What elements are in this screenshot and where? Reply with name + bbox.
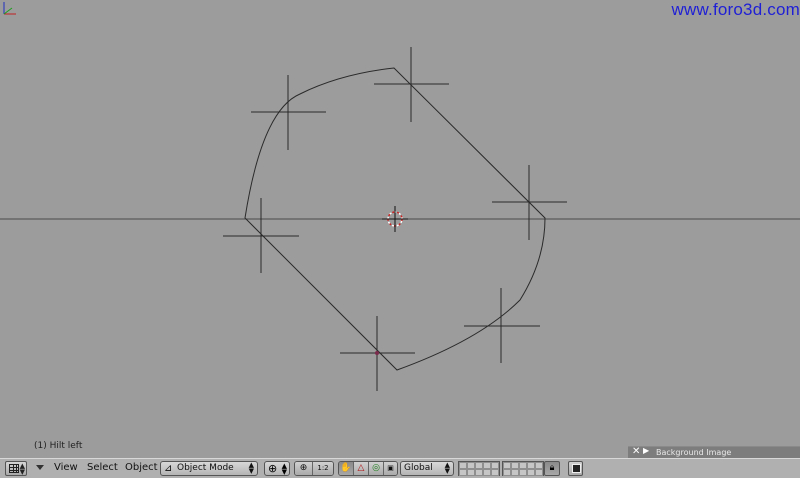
viewport-canvas: [0, 47, 800, 391]
editor-type-button[interactable]: ▲ ▼: [5, 461, 27, 476]
background-image-label: Background Image: [656, 448, 732, 457]
view3d-grid-icon: [9, 464, 19, 473]
pivot-point-icon: ⊕: [268, 462, 278, 475]
manipulator-group: ⊕ 1:2: [294, 461, 334, 476]
translate-triangle-icon[interactable]: △: [354, 462, 369, 475]
pivot-point-select[interactable]: ⊕ ▲ ▼: [264, 461, 290, 476]
handle-cross: [374, 47, 449, 122]
mode-select[interactable]: ⊿ Object Mode ▲ ▼: [160, 461, 258, 476]
render-button[interactable]: [568, 461, 583, 476]
scale-square-icon[interactable]: ▣: [384, 462, 397, 475]
handle-cross: [464, 288, 540, 363]
close-icon[interactable]: ✕: [632, 446, 640, 457]
lock-icon: 🔒︎: [549, 463, 555, 473]
lock-layers-button[interactable]: 🔒︎: [544, 461, 560, 476]
spinner-icon: ▲ ▼: [281, 462, 287, 476]
handle-cross: [251, 75, 326, 150]
header-collapse-icon[interactable]: [36, 465, 44, 470]
transform-manipulator-group: ✋ △ ◎ ▣: [338, 461, 398, 476]
mode-select-value: Object Mode: [177, 463, 234, 473]
hand-icon[interactable]: ✋: [339, 462, 354, 475]
orientation-value: Global: [404, 463, 433, 473]
manipulator-ratio-button[interactable]: 1:2: [313, 462, 333, 475]
spinner-icon: ▲ ▼: [248, 461, 254, 475]
layer-buttons-left[interactable]: [458, 461, 500, 476]
menu-select[interactable]: Select: [87, 462, 118, 473]
menu-object[interactable]: Object: [125, 462, 158, 473]
active-object-label: (1) Hilt left: [34, 441, 83, 451]
transform-orientation-select[interactable]: Global ▲ ▼: [400, 461, 454, 476]
rotate-ring-icon[interactable]: ◎: [369, 462, 384, 475]
handle-cross: [223, 198, 299, 273]
menu-view[interactable]: View: [54, 462, 78, 473]
object-mode-icon: ⊿: [164, 463, 173, 474]
3d-view-header: ▲ ▼ View Select Object ⊿ Object Mode ▲ ▼ ⊕…: [0, 458, 800, 478]
render-icon: [572, 464, 581, 473]
spinner-icon: ▲ ▼: [444, 461, 450, 475]
play-arrow-icon[interactable]: ▶: [643, 446, 649, 455]
axis-gizmo-icon: [3, 2, 16, 15]
spinner-icon: ▲ ▼: [19, 462, 25, 476]
layer-buttons-right[interactable]: [502, 461, 544, 476]
3d-cursor-icon: [382, 206, 408, 232]
3d-viewport[interactable]: www.foro3d.com (1) Hilt left ✕ ▶ Backgro…: [0, 0, 800, 459]
manipulator-toggle-icon[interactable]: ⊕: [295, 462, 313, 475]
watermark-text: www.foro3d.com: [671, 0, 800, 19]
selected-vertex: [375, 351, 379, 355]
